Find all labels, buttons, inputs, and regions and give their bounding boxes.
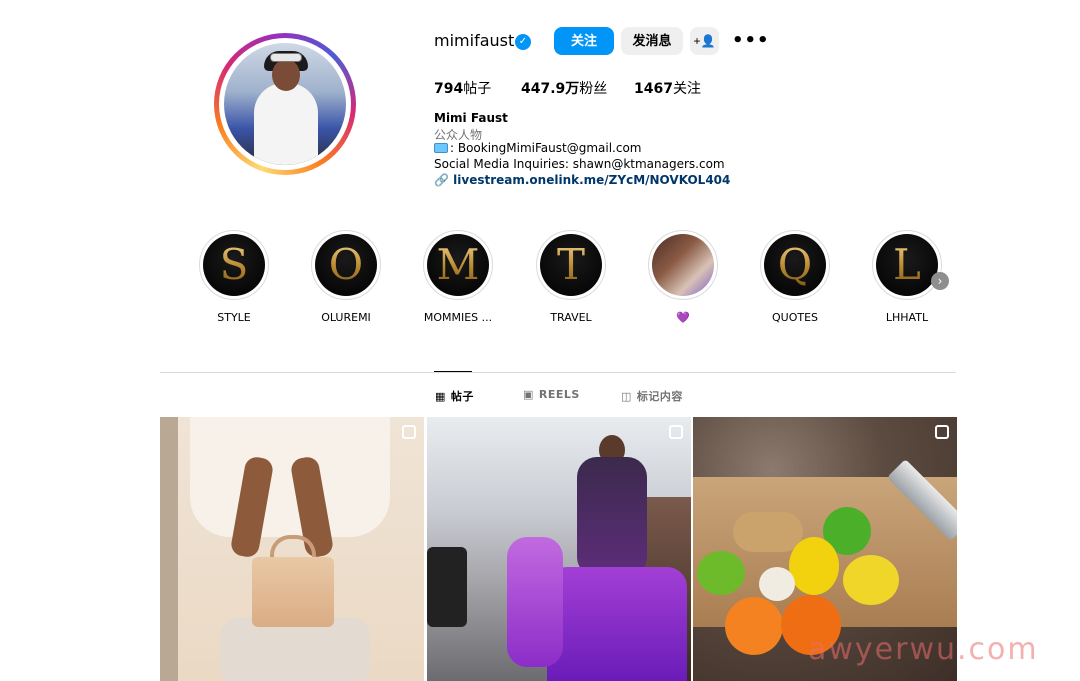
highlight-cover: T	[540, 234, 602, 296]
highlight-ring: L	[872, 230, 942, 300]
post-thumbnail[interactable]	[160, 417, 424, 681]
highlight-ring: Q	[760, 230, 830, 300]
tab-posts-label: 帖子	[450, 390, 474, 403]
highlight-travel[interactable]: T TRAVEL	[526, 230, 616, 324]
post-photo-ginger	[733, 512, 803, 552]
highlight-ring: O	[311, 230, 381, 300]
tab-tagged[interactable]: ◫ 标记内容	[621, 388, 683, 404]
followers-count: 447.9万	[521, 81, 580, 97]
highlight-label: OLUREMI	[321, 311, 371, 324]
highlight-ring: T	[536, 230, 606, 300]
add-person-icon: +👤	[693, 34, 716, 48]
tab-tagged-label: 标记内容	[636, 390, 683, 403]
post-thumbnail[interactable]	[427, 417, 691, 681]
post-photo-lemon	[789, 537, 839, 595]
highlight-letter: M	[436, 240, 480, 289]
post-photo-dress	[577, 457, 647, 577]
highlight-letter: L	[893, 240, 921, 289]
carousel-badge-icon	[935, 425, 949, 439]
highlight-letter: O	[328, 240, 364, 289]
following-count: 1467	[634, 81, 673, 97]
highlight-cover: L	[876, 234, 938, 296]
highlight-label: MOMMIES ...	[423, 311, 493, 324]
tab-reels[interactable]: ▣ REELS	[523, 388, 580, 401]
highlight-label: STYLE	[217, 311, 251, 324]
bio-name: Mimi Faust	[434, 111, 508, 125]
post-photo-bag	[252, 557, 334, 627]
post-photo-lemon	[843, 555, 899, 605]
bio-email-text: : BookingMimiFaust@gmail.com	[450, 141, 642, 155]
watermark: awyerwu.com	[808, 632, 1039, 667]
highlight-cover: Q	[764, 234, 826, 296]
active-tab-indicator	[434, 371, 472, 372]
posts-count-stat: 794帖子	[434, 78, 491, 98]
post-photo-skirt	[547, 567, 687, 681]
tagged-icon: ◫	[621, 390, 632, 403]
tabs-divider	[160, 372, 956, 373]
purple-heart-icon: 💜	[676, 311, 690, 324]
tab-reels-label: REELS	[538, 388, 580, 401]
grid-icon: ▦	[435, 390, 446, 403]
following-stat[interactable]: 1467关注	[634, 78, 701, 98]
highlight-style[interactable]: S STYLE	[189, 230, 279, 324]
post-photo-wall	[160, 417, 178, 681]
reel-badge-icon	[402, 425, 416, 439]
highlight-mommies[interactable]: M MOMMIES ...	[413, 230, 503, 324]
post-photo-lime	[697, 551, 745, 595]
post-photo-phone	[427, 547, 467, 627]
avatar-figure	[254, 83, 318, 165]
bio-link-text[interactable]: livestream.onelink.me/ZYcM/NOVKOL404	[453, 173, 730, 187]
highlight-label: QUOTES	[771, 311, 819, 324]
post-photo-orange	[725, 597, 783, 655]
post-photo-shirt	[190, 417, 390, 537]
highlight-oluremi[interactable]: O OLUREMI	[301, 230, 391, 324]
bio-email-line: : BookingMimiFaust@gmail.com	[434, 141, 641, 155]
envelope-icon	[434, 143, 448, 153]
highlight-letter: Q	[777, 240, 813, 289]
reel-badge-icon	[669, 425, 683, 439]
highlight-label: TRAVEL	[550, 311, 592, 324]
profile-username[interactable]: mimifaust	[434, 31, 514, 50]
highlight-cover: M	[427, 234, 489, 296]
link-icon: 🔗	[434, 173, 449, 187]
posts-count: 794	[434, 81, 464, 97]
more-options-icon[interactable]: •••	[732, 30, 770, 51]
post-photo-garlic	[759, 567, 795, 601]
highlight-ring: S	[199, 230, 269, 300]
following-label: 关注	[672, 81, 701, 97]
highlight-photo-cover	[652, 234, 714, 296]
highlight-cover: O	[315, 234, 377, 296]
bio-link[interactable]: 🔗 livestream.onelink.me/ZYcM/NOVKOL404	[434, 173, 730, 187]
highlight-letter: S	[219, 240, 249, 289]
avatar-goggles	[270, 53, 302, 62]
verified-badge-icon: ✓	[515, 34, 531, 50]
highlight-letter: T	[556, 240, 585, 289]
highlight-ring	[648, 230, 718, 300]
bio-inquiries: Social Media Inquiries: shawn@ktmanagers…	[434, 157, 725, 171]
chevron-right-icon[interactable]: ›	[931, 272, 949, 290]
tab-posts[interactable]: ▦ 帖子	[435, 388, 474, 404]
highlight-heart[interactable]: 💜	[638, 230, 728, 324]
follow-button[interactable]: 关注	[554, 27, 614, 55]
reels-icon: ▣	[523, 388, 534, 401]
avatar-border	[219, 38, 351, 170]
highlight-ring: M	[423, 230, 493, 300]
profile-avatar-ring[interactable]	[214, 33, 356, 175]
avatar-face	[272, 59, 300, 91]
followers-label: 粉丝	[579, 81, 608, 97]
posts-label: 帖子	[463, 81, 492, 97]
message-button[interactable]: 发消息	[621, 27, 683, 55]
highlight-cover: S	[203, 234, 265, 296]
avatar	[224, 43, 346, 165]
suggest-accounts-button[interactable]: +👤	[690, 27, 719, 55]
highlight-label: LHHATL	[885, 311, 929, 324]
highlight-quotes[interactable]: Q QUOTES	[750, 230, 840, 324]
post-photo-child	[507, 537, 563, 667]
followers-stat[interactable]: 447.9万粉丝	[521, 78, 607, 98]
